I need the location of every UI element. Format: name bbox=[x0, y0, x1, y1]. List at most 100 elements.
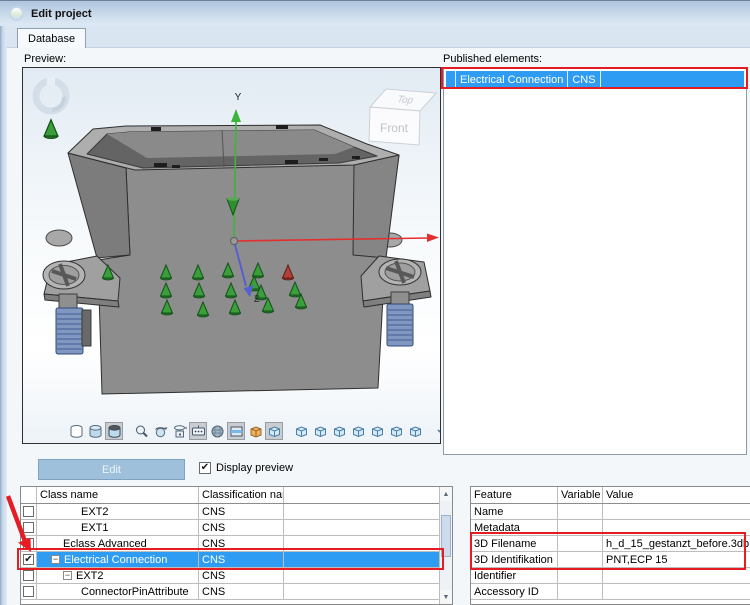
collapse-icon[interactable]: − bbox=[63, 571, 72, 580]
scroll-up-arrow[interactable]: ▲ bbox=[440, 487, 452, 501]
published-row-spacer bbox=[601, 71, 744, 89]
axis-y-label: Y bbox=[235, 92, 242, 103]
3d-scene: Top Front bbox=[23, 68, 440, 443]
variable-cell bbox=[558, 504, 603, 519]
header-value: Value bbox=[603, 487, 750, 503]
feature-table-row[interactable]: 3D Filenameh_d_15_gestanzt_before.3db bbox=[471, 536, 750, 552]
class-name-cell: ConnectorPinAttribute bbox=[37, 584, 199, 599]
feature-table: Feature Variable Value NameMetadata3D Fi… bbox=[470, 486, 750, 605]
material-icon[interactable] bbox=[208, 422, 226, 440]
variable-cell bbox=[558, 584, 603, 599]
row-checkbox-cell: ✔ bbox=[21, 552, 37, 567]
render-shaded-icon[interactable] bbox=[86, 422, 104, 440]
published-row[interactable]: Electrical Connection CNS bbox=[446, 71, 744, 89]
row-checkbox[interactable] bbox=[23, 538, 34, 549]
rotate-view-icon[interactable] bbox=[151, 422, 169, 440]
scroll-thumb[interactable] bbox=[441, 515, 451, 557]
turntable-icon[interactable] bbox=[170, 422, 188, 440]
value-cell: h_d_15_gestanzt_before.3db bbox=[603, 536, 750, 551]
viewport-toolbar bbox=[67, 422, 441, 440]
class-name-cell: EXT1 bbox=[37, 520, 199, 535]
view-iso-7-icon[interactable] bbox=[406, 422, 424, 440]
class-name-cell: EXT2 bbox=[37, 504, 199, 519]
feature-table-row[interactable]: Metadata bbox=[471, 520, 750, 536]
classification-cell: CNS bbox=[199, 584, 284, 599]
row-checkbox[interactable] bbox=[23, 570, 34, 581]
connector-housing-model bbox=[43, 125, 431, 394]
header-classification-name: Classification name bbox=[199, 487, 284, 503]
row-checkbox-cell bbox=[21, 584, 37, 599]
edit-button[interactable]: Edit bbox=[38, 459, 185, 480]
feature-table-row[interactable]: Name bbox=[471, 504, 750, 520]
section-view-icon[interactable] bbox=[227, 422, 245, 440]
classification-cell: CNS bbox=[199, 520, 284, 535]
class-table-scrollbar[interactable]: ▲ ▼ bbox=[439, 487, 452, 604]
value-cell bbox=[603, 520, 750, 535]
3d-preview-viewport[interactable]: Top Front bbox=[22, 67, 441, 444]
class-table-row[interactable]: EXT2CNS bbox=[21, 504, 439, 520]
class-table-row[interactable]: ✔−Electrical ConnectionCNS bbox=[21, 552, 439, 568]
view-iso-3-icon[interactable] bbox=[330, 422, 348, 440]
annotations-icon[interactable] bbox=[189, 422, 207, 440]
feature-cell: 3D Identifikation bbox=[471, 552, 558, 567]
render-wireframe-icon[interactable] bbox=[67, 422, 85, 440]
feature-table-row[interactable]: Accessory ID bbox=[471, 584, 750, 600]
class-table-row[interactable]: ConnectorPinAttributeCNS bbox=[21, 584, 439, 600]
classification-cell: CNS bbox=[199, 568, 284, 583]
display-preview-label: Display preview bbox=[216, 462, 293, 474]
row-checkbox[interactable]: ✔ bbox=[23, 554, 34, 565]
feature-cell: Accessory ID bbox=[471, 584, 558, 599]
window-title: Edit project bbox=[31, 8, 92, 20]
class-table-rows: EXT2CNSEXT1CNSEclass AdvancedCNS✔−Electr… bbox=[21, 504, 439, 605]
view-iso-2-icon[interactable] bbox=[311, 422, 329, 440]
app-icon bbox=[9, 6, 24, 21]
feature-cell: Metadata bbox=[471, 520, 558, 535]
value-cell bbox=[603, 568, 750, 583]
published-elements-panel[interactable]: Electrical Connection CNS bbox=[443, 67, 747, 455]
feature-cell: Name bbox=[471, 504, 558, 519]
tab-database[interactable]: Database bbox=[17, 28, 86, 49]
class-table: Class name Classification name EXT2CNSEX… bbox=[20, 486, 453, 605]
cube-front-label: Front bbox=[380, 121, 409, 135]
zoom-area-icon[interactable] bbox=[132, 422, 150, 440]
feature-table-header: Feature Variable Value bbox=[471, 487, 750, 504]
classification-cell: CNS bbox=[199, 552, 284, 567]
published-row-classification: CNS bbox=[568, 71, 600, 89]
scroll-down-arrow[interactable]: ▼ bbox=[440, 590, 452, 604]
row-checkbox[interactable] bbox=[23, 586, 34, 597]
feature-table-row[interactable]: Identifier bbox=[471, 568, 750, 584]
clipping-box-icon[interactable] bbox=[246, 422, 264, 440]
value-cell bbox=[603, 584, 750, 599]
view-iso-1-icon[interactable] bbox=[292, 422, 310, 440]
row-checkbox[interactable] bbox=[23, 522, 34, 533]
header-class-name: Class name bbox=[37, 487, 199, 503]
value-cell bbox=[603, 504, 750, 519]
published-row-name: Electrical Connection bbox=[456, 71, 568, 89]
tab-strip: Database bbox=[7, 26, 750, 48]
preview-label: Preview: bbox=[24, 53, 66, 65]
more-views-icon[interactable] bbox=[433, 422, 441, 440]
title-bar[interactable]: Edit project bbox=[0, 0, 750, 26]
feature-table-rows: NameMetadata3D Filenameh_d_15_gestanzt_b… bbox=[471, 504, 750, 605]
class-table-row[interactable]: EXT1CNS bbox=[21, 520, 439, 536]
row-checkbox-cell bbox=[21, 536, 37, 551]
class-name-cell: Eclass Advanced bbox=[37, 536, 199, 551]
published-row-handle bbox=[446, 71, 456, 89]
render-shaded-edges-icon[interactable] bbox=[105, 422, 123, 440]
collapse-icon[interactable]: − bbox=[51, 555, 60, 564]
feature-table-row[interactable]: 3D Identifikation PNT,ECP 15 bbox=[471, 552, 750, 568]
view-iso-6-icon[interactable] bbox=[387, 422, 405, 440]
display-preview-control: ✔ Display preview bbox=[199, 461, 293, 475]
view-iso-5-icon[interactable] bbox=[368, 422, 386, 440]
value-cell: PNT,ECP 15 bbox=[603, 552, 750, 567]
display-preview-checkbox[interactable]: ✔ bbox=[199, 462, 211, 474]
window-left-border bbox=[0, 26, 7, 605]
class-table-header: Class name Classification name bbox=[21, 487, 439, 504]
header-variable: Variable bbox=[558, 487, 603, 503]
view-iso-4-icon[interactable] bbox=[349, 422, 367, 440]
class-table-row[interactable]: −EXT2CNS bbox=[21, 568, 439, 584]
variable-cell bbox=[558, 568, 603, 583]
class-table-row[interactable]: Eclass AdvancedCNS bbox=[21, 536, 439, 552]
view-cube-current-icon[interactable] bbox=[265, 422, 283, 440]
row-checkbox[interactable] bbox=[23, 506, 34, 517]
